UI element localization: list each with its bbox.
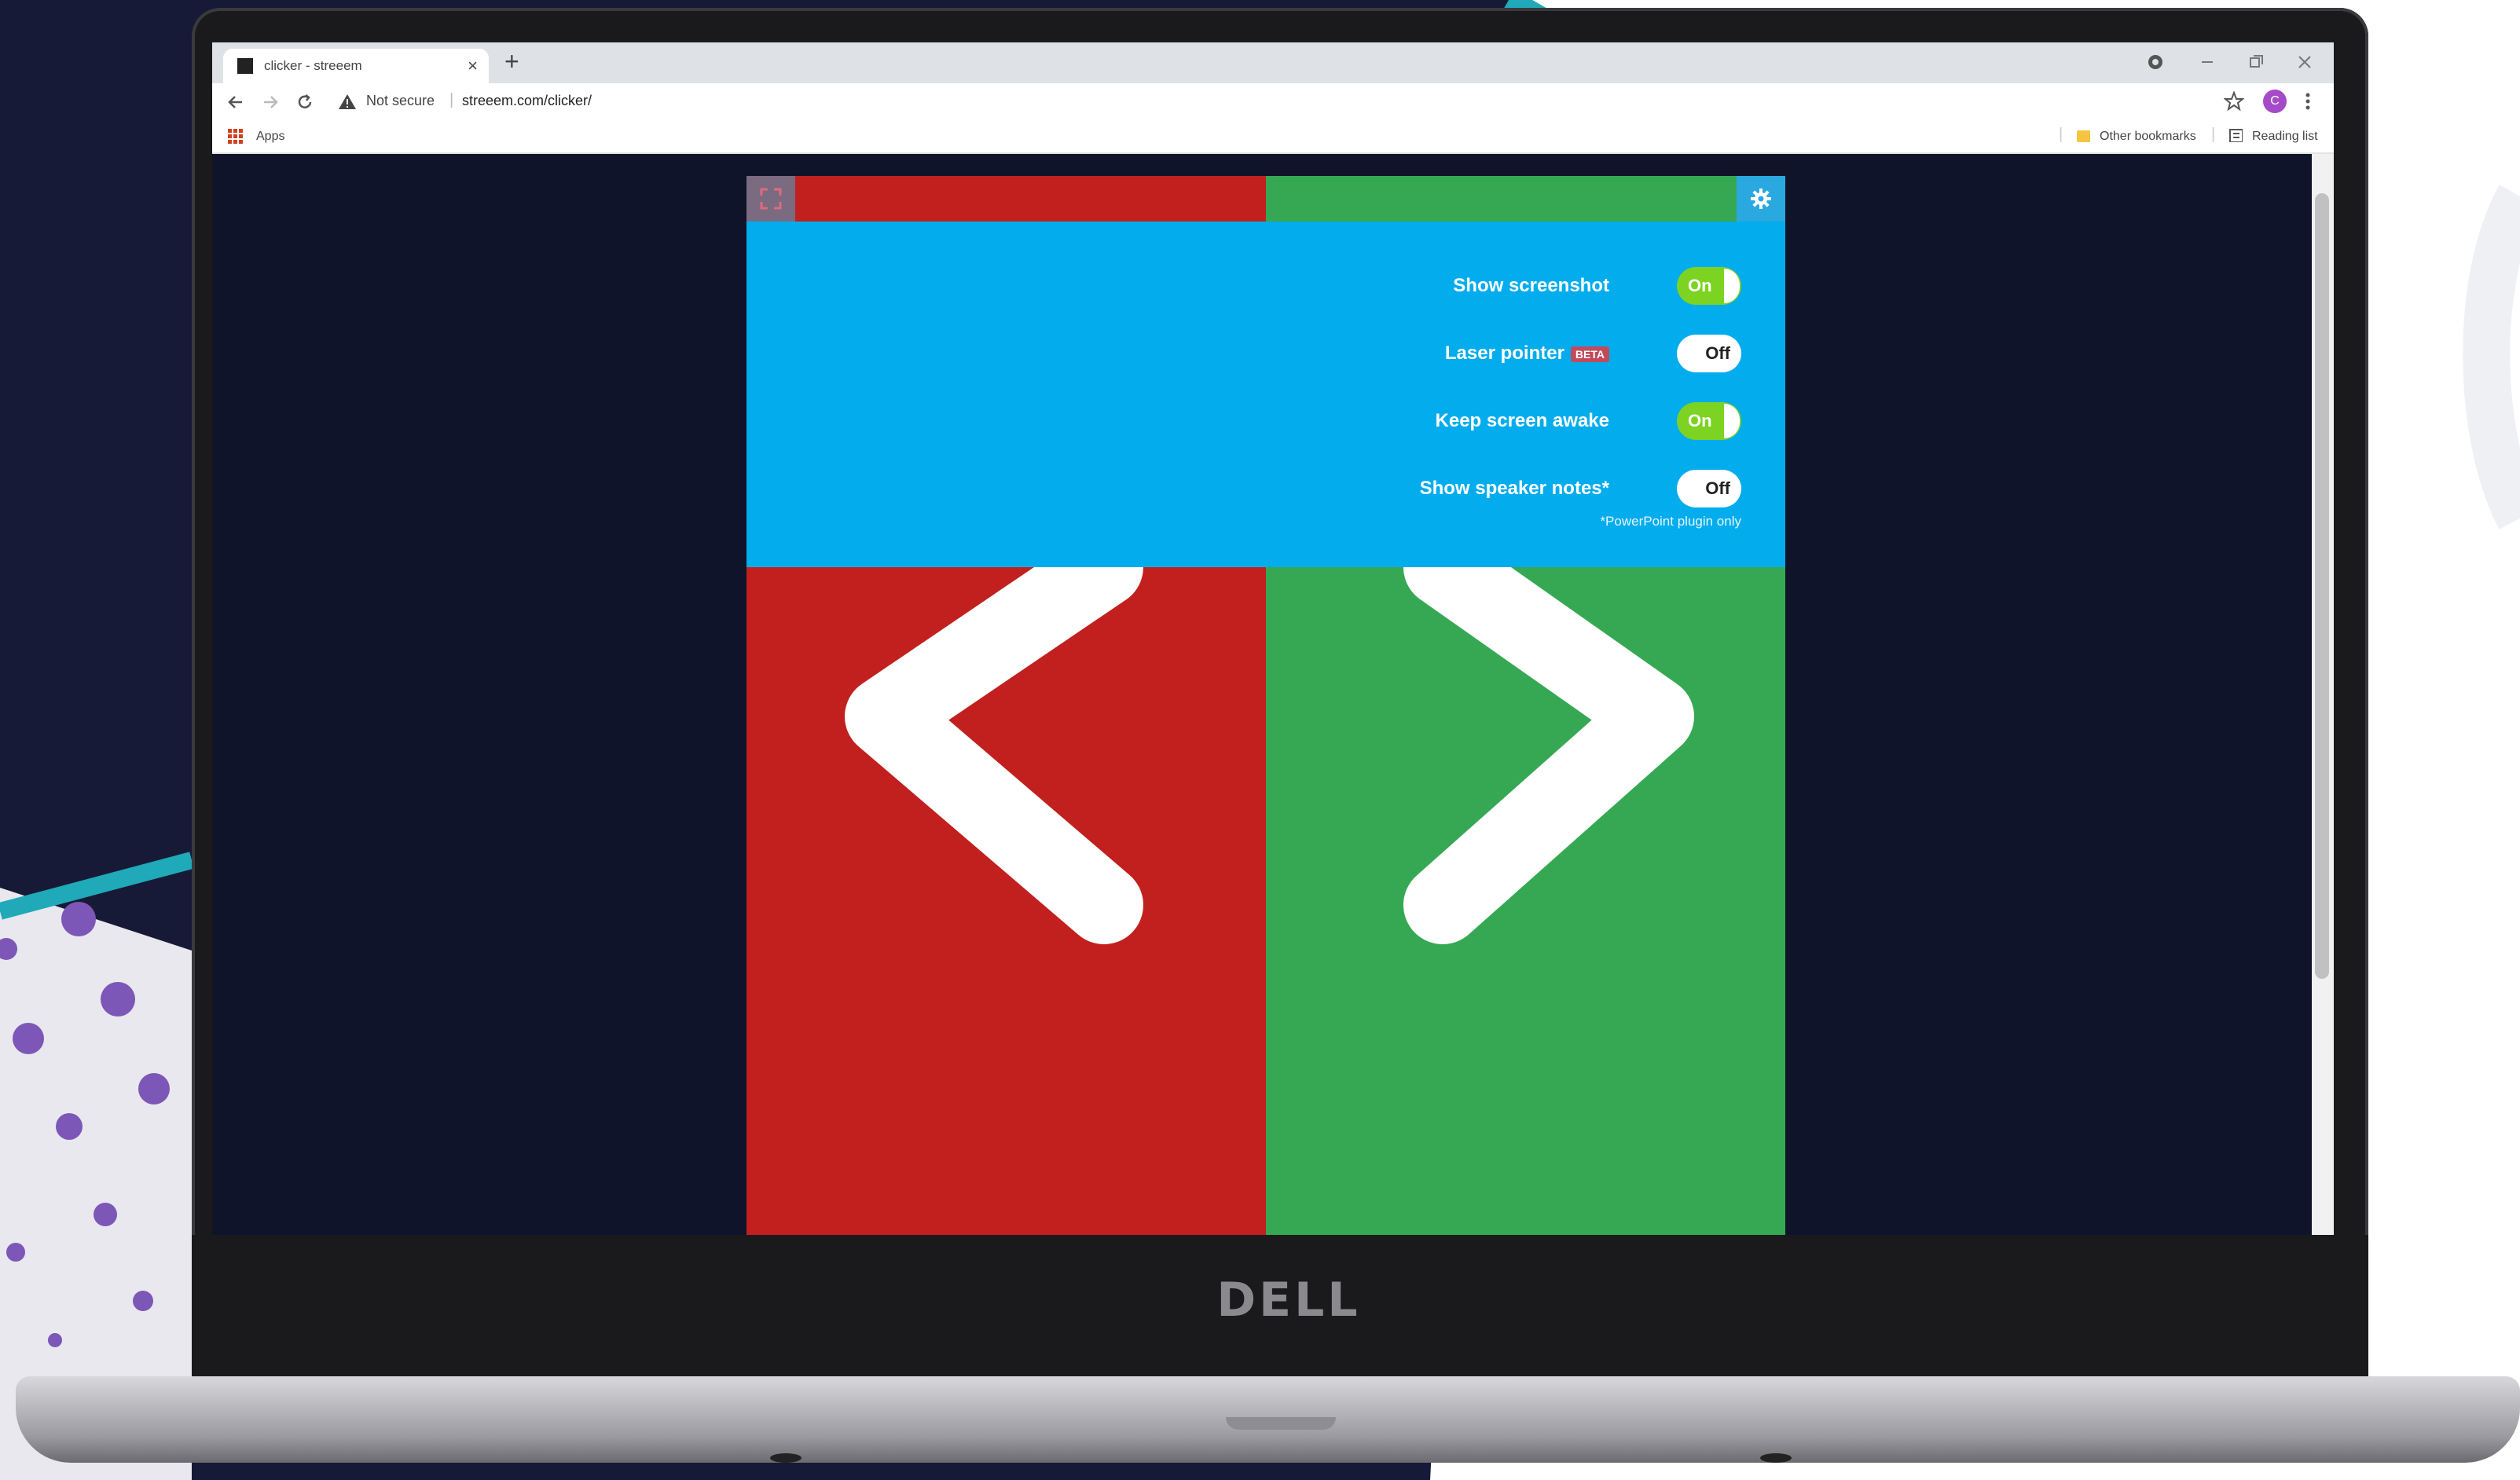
settings-panel: Show screenshot On Laser pointer BETA Off… xyxy=(746,222,1785,567)
favicon-icon xyxy=(237,58,253,74)
star-icon[interactable] xyxy=(2224,91,2244,112)
setting-label: Laser pointer BETA xyxy=(1445,343,1609,365)
profile-avatar[interactable]: C xyxy=(2263,90,2287,113)
bookmark-divider: | xyxy=(2059,126,2063,143)
browser-tab[interactable]: clicker - streeem × xyxy=(223,49,489,83)
dell-logo: DELL xyxy=(1216,1273,1361,1328)
laser-pointer-label: Laser pointer xyxy=(1444,343,1564,364)
bookmarks-bar: Apps | Other bookmarks | Reading list xyxy=(212,119,2334,154)
scrollbar-thumb[interactable] xyxy=(2315,193,2329,979)
tab-close-button[interactable]: × xyxy=(468,56,478,76)
beta-badge: BETA xyxy=(1570,346,1609,362)
plugin-note: *PowerPoint plugin only xyxy=(1600,514,1741,529)
laptop-screen: clicker - streeem × + Not secure | stree… xyxy=(212,42,2334,1235)
prev-slide-bar[interactable] xyxy=(746,176,1266,222)
toggle-state: On xyxy=(1688,276,1712,295)
tab-strip: clicker - streeem × + xyxy=(212,42,2334,83)
next-slide-button[interactable] xyxy=(1266,567,1785,1235)
setting-laser-pointer: Laser pointer BETA Off xyxy=(1270,332,1741,375)
tab-title: clicker - streeem xyxy=(264,58,362,73)
toggle-state: On xyxy=(1688,411,1712,430)
laptop-notch xyxy=(1226,1417,1336,1430)
profile-indicator-icon[interactable] xyxy=(2147,53,2164,71)
setting-label: Show speaker notes* xyxy=(1419,478,1609,499)
laptop-foot xyxy=(1760,1453,1792,1463)
restore-icon[interactable] xyxy=(2247,53,2265,71)
back-arrow-icon[interactable] xyxy=(226,93,245,112)
address-bar[interactable]: streeem.com/clicker/ xyxy=(462,93,592,109)
reading-list-button[interactable]: Reading list xyxy=(2252,130,2318,144)
toggle-state: Off xyxy=(1705,343,1730,363)
folder-icon xyxy=(2077,130,2090,142)
reading-list-icon xyxy=(2229,129,2243,142)
setting-keep-screen-awake: Keep screen awake On xyxy=(1270,399,1741,443)
url-divider: | xyxy=(449,91,454,108)
apps-grid-icon[interactable] xyxy=(228,129,244,145)
keep-screen-awake-toggle[interactable]: On xyxy=(1677,402,1741,440)
toggle-state: Off xyxy=(1705,478,1730,498)
apps-bookmark[interactable]: Apps xyxy=(256,130,284,144)
fullscreen-button[interactable] xyxy=(746,176,795,222)
setting-speaker-notes: Show speaker notes* Off xyxy=(1270,467,1741,511)
chevron-left-icon xyxy=(845,567,1143,944)
minimize-icon[interactable] xyxy=(2199,53,2216,71)
new-tab-button[interactable]: + xyxy=(504,49,519,74)
bookmark-divider: | xyxy=(2211,126,2216,143)
settings-button[interactable] xyxy=(1737,176,1785,222)
clicker-app: Show screenshot On Laser pointer BETA Off… xyxy=(746,176,1785,1235)
other-bookmarks-button[interactable]: Other bookmarks xyxy=(2100,130,2196,144)
close-icon[interactable] xyxy=(2296,53,2313,71)
toggle-knob xyxy=(1724,269,1740,303)
laser-pointer-toggle[interactable]: Off xyxy=(1677,335,1741,372)
laptop-foot xyxy=(770,1453,801,1463)
gear-icon xyxy=(1751,189,1771,209)
menu-dots-icon[interactable] xyxy=(2304,91,2312,112)
warning-icon xyxy=(339,94,356,109)
setting-label: Show screenshot xyxy=(1453,275,1609,296)
fullscreen-icon xyxy=(760,188,782,210)
speaker-notes-toggle[interactable]: Off xyxy=(1677,470,1741,507)
page-viewport: Show screenshot On Laser pointer BETA Off… xyxy=(212,154,2312,1235)
toggle-knob xyxy=(1724,404,1740,438)
show-screenshot-toggle[interactable]: On xyxy=(1677,267,1741,305)
security-status[interactable]: Not secure xyxy=(366,93,435,109)
previous-slide-button[interactable] xyxy=(746,567,1266,1235)
chevron-right-icon xyxy=(1403,567,1694,944)
browser-toolbar: Not secure | streeem.com/clicker/ C xyxy=(212,83,2334,119)
forward-arrow-icon[interactable] xyxy=(261,93,280,112)
reload-icon[interactable] xyxy=(295,93,314,112)
next-slide-bar[interactable] xyxy=(1266,176,1785,222)
setting-label: Keep screen awake xyxy=(1435,410,1609,431)
setting-show-screenshot: Show screenshot On xyxy=(1270,264,1741,308)
